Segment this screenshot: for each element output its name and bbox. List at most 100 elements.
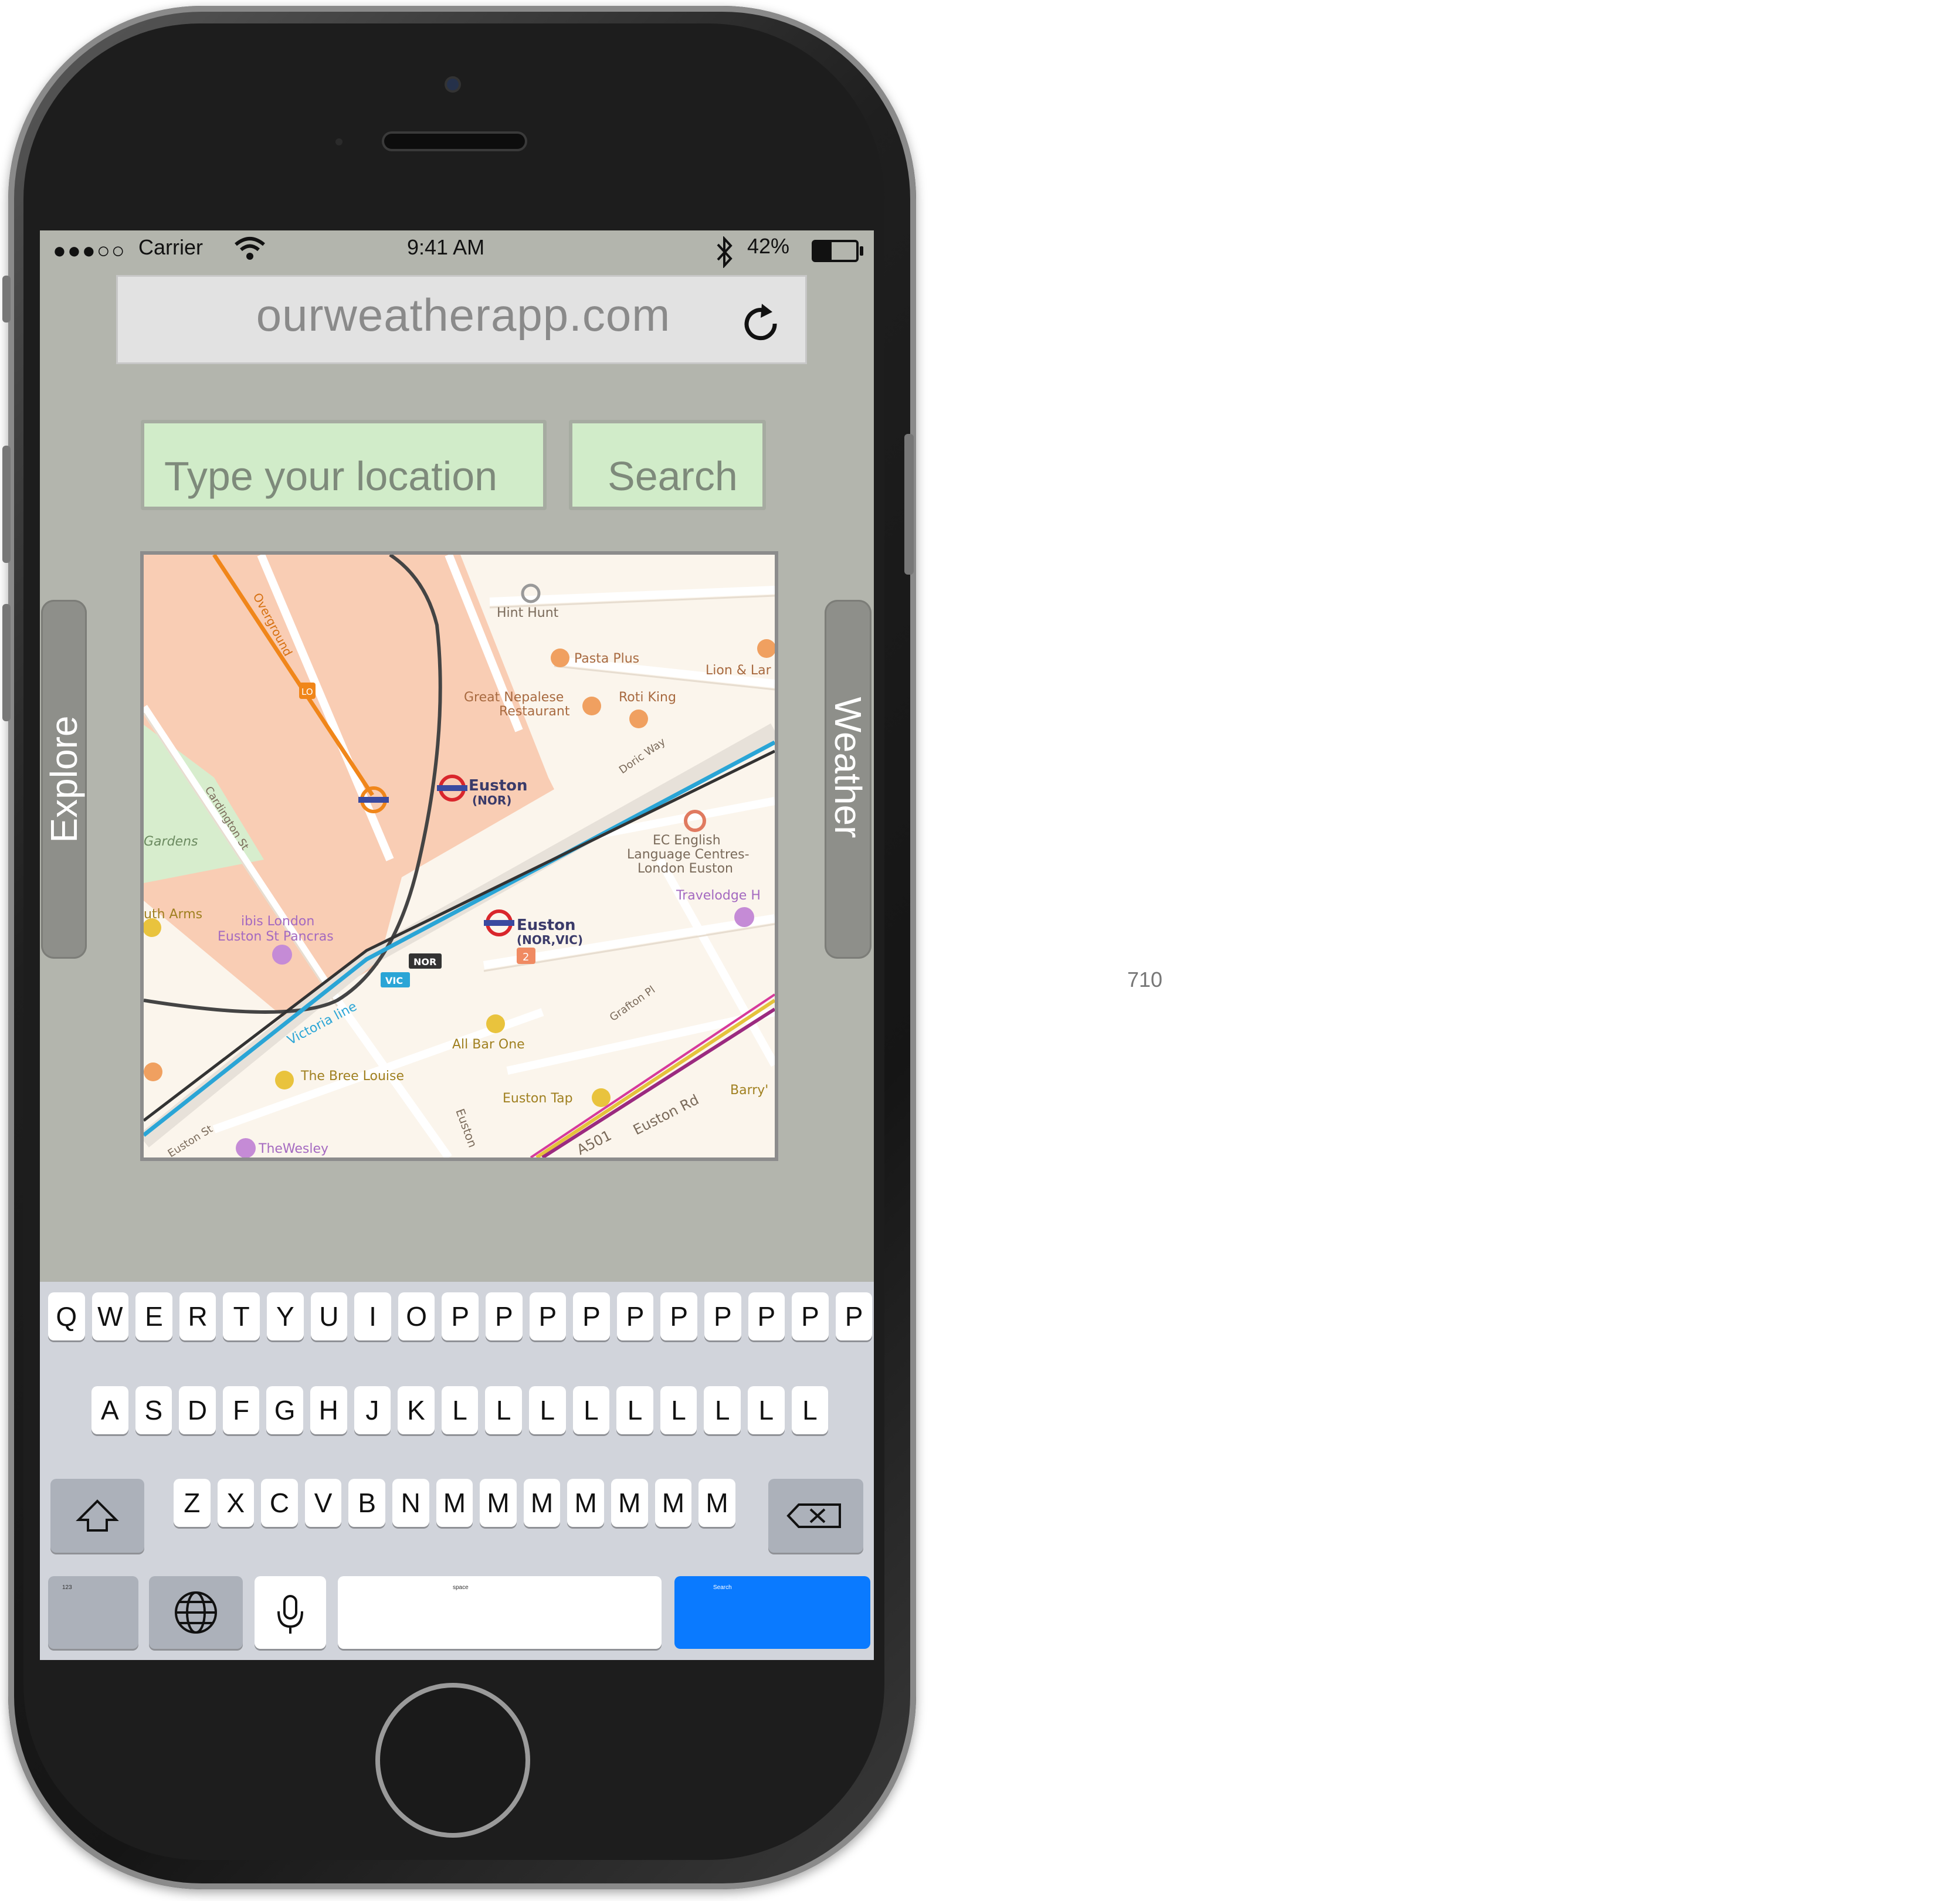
shift-key[interactable] bbox=[50, 1479, 144, 1553]
backspace-icon bbox=[786, 1503, 841, 1528]
key-o[interactable]: O bbox=[398, 1292, 435, 1340]
location-input-placeholder: Type your location bbox=[164, 453, 498, 499]
key-l[interactable]: L bbox=[485, 1386, 522, 1434]
key-g[interactable]: G bbox=[266, 1386, 303, 1434]
ibis-pin[interactable] bbox=[272, 945, 292, 965]
search-return-key[interactable]: Search bbox=[674, 1576, 870, 1649]
carrier-label: Carrier bbox=[138, 235, 204, 259]
map-label-great-nepalese-1: Great Nepalese bbox=[464, 690, 564, 705]
space-key[interactable]: space bbox=[338, 1576, 662, 1649]
key-d[interactable]: D bbox=[179, 1386, 216, 1434]
restaurant-pin[interactable] bbox=[144, 1062, 162, 1081]
key-u[interactable]: U bbox=[310, 1292, 348, 1340]
key-l[interactable]: L bbox=[529, 1386, 566, 1434]
key-i[interactable]: I bbox=[354, 1292, 391, 1340]
reload-icon[interactable] bbox=[738, 300, 785, 347]
key-a[interactable]: A bbox=[91, 1386, 128, 1434]
key-c[interactable]: C bbox=[261, 1479, 298, 1527]
key-l[interactable]: L bbox=[616, 1386, 653, 1434]
bree-louise-pin[interactable] bbox=[275, 1071, 294, 1089]
key-q[interactable]: Q bbox=[48, 1292, 85, 1340]
map-view[interactable]: Hint Hunt Pasta Plus Lion & Lar Great Ne… bbox=[140, 551, 778, 1161]
proximity-sensor bbox=[335, 138, 343, 145]
map-label-lo: LO bbox=[301, 687, 313, 697]
key-l[interactable]: L bbox=[660, 1386, 697, 1434]
front-camera-icon bbox=[447, 79, 459, 90]
key-k[interactable]: K bbox=[398, 1386, 435, 1434]
map-label-gardens: Gardens bbox=[144, 834, 198, 849]
backspace-key[interactable] bbox=[768, 1479, 863, 1553]
key-l[interactable]: L bbox=[748, 1386, 785, 1434]
key-p[interactable]: P bbox=[616, 1292, 654, 1340]
euston-vic-roundel[interactable] bbox=[484, 909, 514, 936]
key-l[interactable]: L bbox=[441, 1386, 479, 1434]
map-canvas[interactable]: Hint Hunt Pasta Plus Lion & Lar Great Ne… bbox=[144, 555, 775, 1157]
key-m[interactable]: M bbox=[436, 1479, 473, 1527]
key-r[interactable]: R bbox=[179, 1292, 216, 1340]
location-input[interactable]: Type your location bbox=[141, 420, 547, 510]
battery-percent: 42% bbox=[747, 234, 790, 258]
keyboard: QWERTYUIOPPPPPPPPPP ASDFGHJKLLLLLLLLL ZX… bbox=[40, 1282, 874, 1660]
key-m[interactable]: M bbox=[611, 1479, 648, 1527]
key-l[interactable]: L bbox=[704, 1386, 741, 1434]
key-p[interactable]: P bbox=[442, 1292, 479, 1340]
key-w[interactable]: W bbox=[91, 1292, 129, 1340]
url-bar[interactable]: ourweatherapp.com bbox=[116, 275, 807, 364]
key-f[interactable]: F bbox=[222, 1386, 260, 1434]
key-p[interactable]: P bbox=[792, 1292, 829, 1340]
key-l[interactable]: L bbox=[572, 1386, 610, 1434]
search-button-label: Search bbox=[608, 453, 738, 499]
key-h[interactable]: H bbox=[310, 1386, 347, 1434]
key-p[interactable]: P bbox=[660, 1292, 697, 1340]
globe-key[interactable] bbox=[149, 1576, 243, 1649]
explore-drawer-label: Explore bbox=[43, 715, 85, 843]
key-p[interactable]: P bbox=[529, 1292, 567, 1340]
weather-drawer-tab[interactable]: Weather bbox=[825, 600, 872, 959]
the-wesley-pin[interactable] bbox=[236, 1138, 256, 1157]
key-e[interactable]: E bbox=[135, 1292, 172, 1340]
dictation-key[interactable] bbox=[255, 1576, 326, 1649]
map-label-pasta-plus: Pasta Plus bbox=[574, 651, 639, 666]
map-label-great-nepalese-2: Restaurant bbox=[499, 704, 570, 719]
key-m[interactable]: M bbox=[698, 1479, 735, 1527]
key-p[interactable]: P bbox=[835, 1292, 873, 1340]
key-l[interactable]: L bbox=[791, 1386, 829, 1434]
numbers-key[interactable]: 123 bbox=[48, 1576, 138, 1649]
key-t[interactable]: T bbox=[223, 1292, 260, 1340]
map-label-lion-lamb: Lion & Lar bbox=[706, 663, 772, 678]
key-s[interactable]: S bbox=[135, 1386, 172, 1434]
key-b[interactable]: B bbox=[348, 1479, 385, 1527]
url-text[interactable]: ourweatherapp.com bbox=[118, 288, 809, 342]
euston-tap-pin[interactable] bbox=[592, 1088, 611, 1107]
page-number: 710 bbox=[1127, 968, 1163, 992]
pasta-plus-pin[interactable] bbox=[551, 649, 569, 667]
key-n[interactable]: N bbox=[392, 1479, 429, 1527]
search-button[interactable]: Search bbox=[569, 420, 766, 510]
home-button[interactable] bbox=[375, 1683, 530, 1838]
map-label-vic-badge: VIC bbox=[385, 975, 403, 986]
key-v[interactable]: V bbox=[304, 1479, 342, 1527]
key-x[interactable]: X bbox=[217, 1479, 255, 1527]
key-y[interactable]: Y bbox=[267, 1292, 304, 1340]
key-m[interactable]: M bbox=[480, 1479, 517, 1527]
hammersmith-line bbox=[530, 993, 775, 1157]
key-m[interactable]: M bbox=[523, 1479, 561, 1527]
map-label-barry: Barry' bbox=[730, 1083, 768, 1098]
map-label-euston-nor-1: Euston bbox=[469, 777, 528, 795]
all-bar-one-pin[interactable] bbox=[486, 1014, 505, 1033]
key-p[interactable]: P bbox=[704, 1292, 741, 1340]
lion-lamb-pin[interactable] bbox=[757, 639, 775, 658]
key-m[interactable]: M bbox=[567, 1479, 604, 1527]
key-p[interactable]: P bbox=[748, 1292, 785, 1340]
great-nepalese-pin[interactable] bbox=[582, 697, 601, 715]
key-j[interactable]: J bbox=[354, 1386, 391, 1434]
map-label-ec-english-3: London Euston bbox=[637, 861, 733, 876]
explore-drawer-tab[interactable]: Explore bbox=[41, 600, 87, 959]
map-label-euston-road-v: Euston bbox=[453, 1107, 480, 1150]
roti-king-pin[interactable] bbox=[629, 710, 648, 728]
key-p[interactable]: P bbox=[486, 1292, 523, 1340]
key-m[interactable]: M bbox=[655, 1479, 692, 1527]
key-z[interactable]: Z bbox=[174, 1479, 211, 1527]
travelodge-pin[interactable] bbox=[734, 907, 754, 927]
key-p[interactable]: P bbox=[573, 1292, 610, 1340]
